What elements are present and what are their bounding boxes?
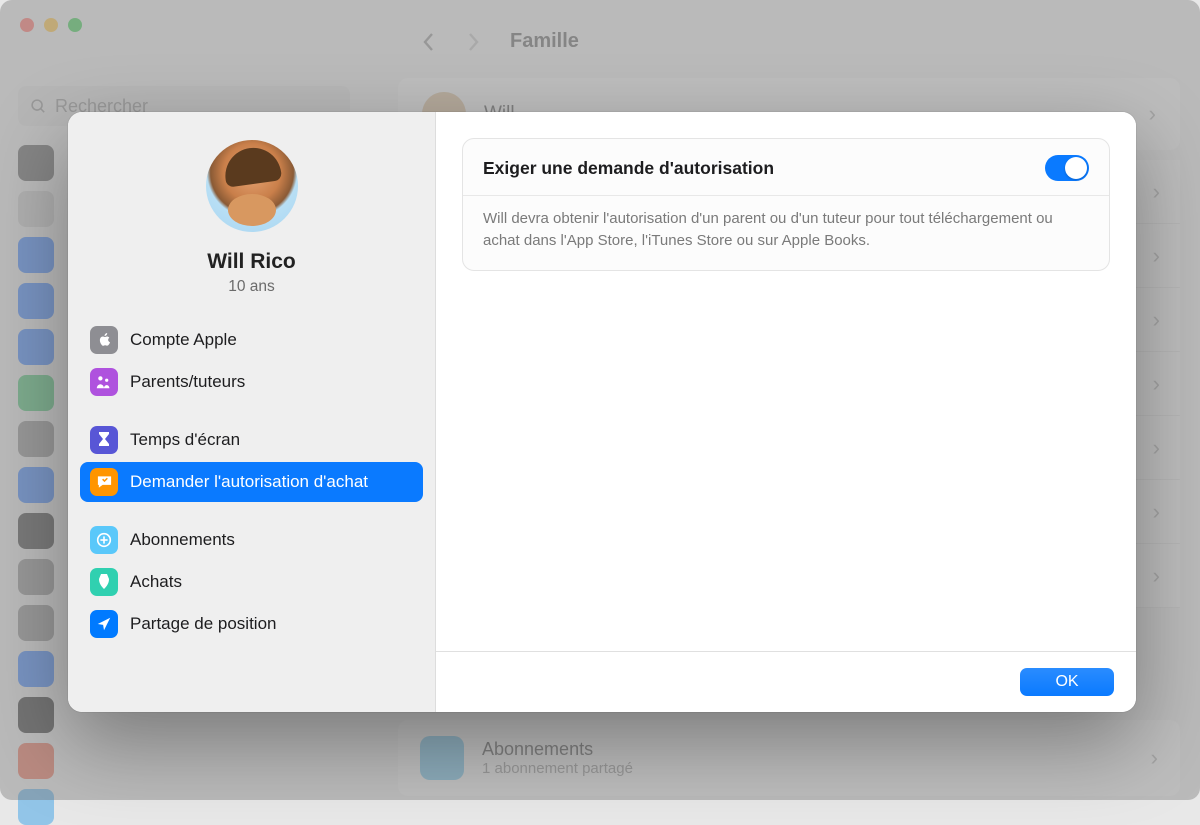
sidebar-item-parents[interactable]: Parents/tuteurs xyxy=(80,362,423,402)
sidebar-item-ask-to-buy[interactable]: Demander l'autorisation d'achat xyxy=(80,462,423,502)
purchases-icon xyxy=(90,568,118,596)
member-settings-dialog: Will Rico 10 ans Compte Apple Parents/tu… xyxy=(68,112,1136,712)
speech-bubble-icon xyxy=(90,468,118,496)
sidebar-item-subscriptions[interactable]: Abonnements xyxy=(80,520,423,560)
content-body: Exiger une demande d'autorisation Will d… xyxy=(436,112,1136,651)
setting-description: Will devra obtenir l'autorisation d'un p… xyxy=(463,196,1109,270)
dialog-sidebar: Will Rico 10 ans Compte Apple Parents/tu… xyxy=(68,112,436,712)
hourglass-icon xyxy=(90,426,118,454)
dialog-menu: Compte Apple Parents/tuteurs Temps d'écr… xyxy=(80,320,423,660)
dialog-footer: OK xyxy=(436,651,1136,712)
setting-card: Exiger une demande d'autorisation Will d… xyxy=(462,138,1110,271)
sidebar-item-label: Parents/tuteurs xyxy=(130,372,245,392)
apple-icon xyxy=(90,326,118,354)
parents-icon xyxy=(90,368,118,396)
require-authorization-toggle[interactable] xyxy=(1045,155,1089,181)
subscriptions-icon xyxy=(90,526,118,554)
profile-block: Will Rico 10 ans xyxy=(80,140,423,296)
profile-age: 10 ans xyxy=(80,278,423,296)
sidebar-item-label: Compte Apple xyxy=(130,330,237,350)
sidebar-item-location-sharing[interactable]: Partage de position xyxy=(80,604,423,644)
sidebar-item-purchases[interactable]: Achats xyxy=(80,562,423,602)
ok-button[interactable]: OK xyxy=(1020,668,1114,696)
sidebar-item-label: Abonnements xyxy=(130,530,235,550)
setting-header: Exiger une demande d'autorisation xyxy=(463,139,1109,195)
sidebar-item-label: Temps d'écran xyxy=(130,430,240,450)
sidebar-item-apple-account[interactable]: Compte Apple xyxy=(80,320,423,360)
avatar xyxy=(206,140,298,232)
sidebar-item-label: Achats xyxy=(130,572,182,592)
sidebar-item-label: Demander l'autorisation d'achat xyxy=(130,472,368,492)
sidebar-item-label: Partage de position xyxy=(130,614,277,634)
profile-name: Will Rico xyxy=(80,250,423,274)
setting-title: Exiger une demande d'autorisation xyxy=(483,158,774,179)
dialog-content: Exiger une demande d'autorisation Will d… xyxy=(436,112,1136,712)
location-icon xyxy=(90,610,118,638)
sidebar-item-screentime[interactable]: Temps d'écran xyxy=(80,420,423,460)
